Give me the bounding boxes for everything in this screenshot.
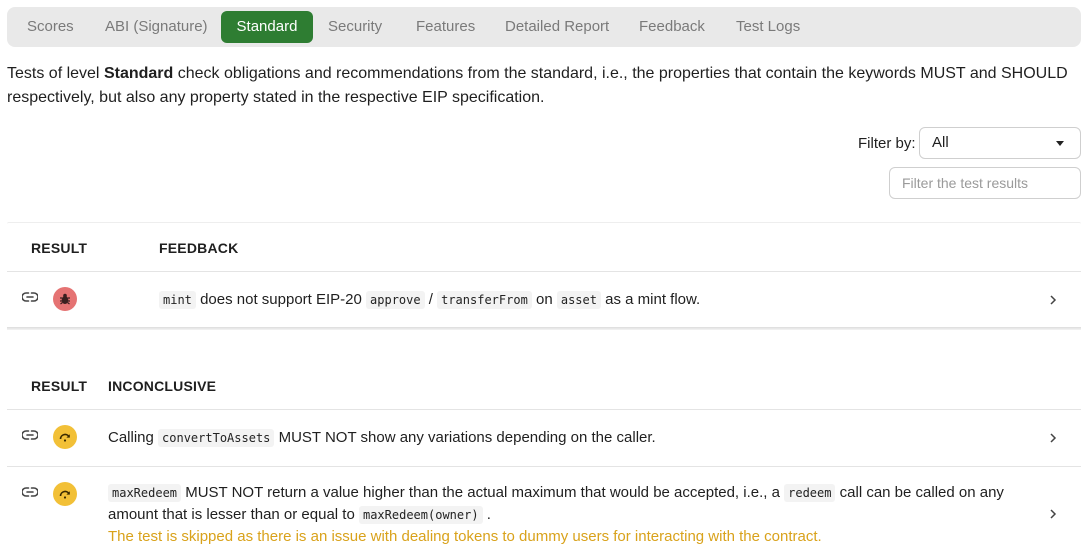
link-icon[interactable] <box>22 429 38 441</box>
filter-select[interactable]: All <box>919 127 1081 159</box>
text-segment: Calling <box>108 429 159 446</box>
chevron-right-icon[interactable] <box>1049 509 1057 519</box>
code-converttoassets: convertToAssets <box>158 429 275 447</box>
link-icon[interactable] <box>22 486 38 498</box>
inconclusive-col-title: INCONCLUSIVE <box>108 378 217 394</box>
inconclusive-text: Calling convertToAssets MUST NOT show an… <box>108 427 656 449</box>
divider <box>7 271 1081 272</box>
tab-abi-signature[interactable]: ABI (Signature) <box>93 11 220 43</box>
divider <box>7 409 1081 410</box>
feedback-col-feedback: FEEDBACK <box>159 240 239 256</box>
skip-reason-note: The test is skipped as there is an issue… <box>108 528 822 545</box>
filter-results-input[interactable] <box>889 167 1081 199</box>
text-segment: / <box>424 291 438 308</box>
code-approve: approve <box>366 291 425 309</box>
level-description: Tests of level Standard check obligation… <box>7 62 1077 110</box>
feedback-table <box>7 222 1081 224</box>
text-segment: as a mint flow. <box>600 291 701 308</box>
feedback-text: mint does not support EIP-20 approve / t… <box>159 289 700 311</box>
filter-selected-value: All <box>932 134 949 151</box>
text-segment: does not support EIP-20 <box>195 291 367 308</box>
text-segment: MUST NOT return a value higher than the … <box>181 484 785 501</box>
skip-icon <box>59 490 70 499</box>
filter-label: Filter by: <box>858 135 916 152</box>
tab-bar: Scores ABI (Signature) Standard Security… <box>7 7 1081 47</box>
bug-icon <box>60 293 70 305</box>
chevron-right-icon[interactable] <box>1049 295 1057 305</box>
tab-scores[interactable]: Scores <box>15 11 86 43</box>
intro-level: Standard <box>103 65 174 82</box>
tab-security[interactable]: Security <box>316 11 394 43</box>
code-redeem: redeem <box>784 484 836 502</box>
table-bottom-divider <box>7 327 1081 330</box>
text-segment: on <box>531 291 557 308</box>
inconclusive-col-result: RESULT <box>31 378 88 394</box>
code-asset: asset <box>556 291 601 309</box>
tab-detailed-report[interactable]: Detailed Report <box>493 11 621 43</box>
link-icon[interactable] <box>22 291 38 303</box>
code-transferfrom: transferFrom <box>437 291 532 309</box>
status-badge <box>53 425 77 449</box>
tab-features[interactable]: Features <box>404 11 487 43</box>
tab-test-logs[interactable]: Test Logs <box>724 11 812 43</box>
divider <box>7 466 1081 467</box>
text-segment: MUST NOT show any variations depending o… <box>274 429 656 446</box>
code-maxredeem: maxRedeem <box>108 484 182 502</box>
skip-icon <box>59 433 70 442</box>
code-mint: mint <box>159 291 196 309</box>
status-badge <box>53 482 77 506</box>
caret-down-icon <box>1056 141 1064 146</box>
code-maxredeem-owner: maxRedeem(owner) <box>358 506 483 524</box>
text-segment: . <box>482 506 491 523</box>
inconclusive-text: maxRedeem MUST NOT return a value higher… <box>108 482 1028 547</box>
status-badge <box>53 287 77 311</box>
intro-prefix: Tests of level <box>7 65 104 82</box>
feedback-col-result: RESULT <box>31 240 88 256</box>
tab-standard[interactable]: Standard <box>221 11 313 43</box>
chevron-right-icon[interactable] <box>1049 433 1057 443</box>
tab-feedback[interactable]: Feedback <box>627 11 717 43</box>
